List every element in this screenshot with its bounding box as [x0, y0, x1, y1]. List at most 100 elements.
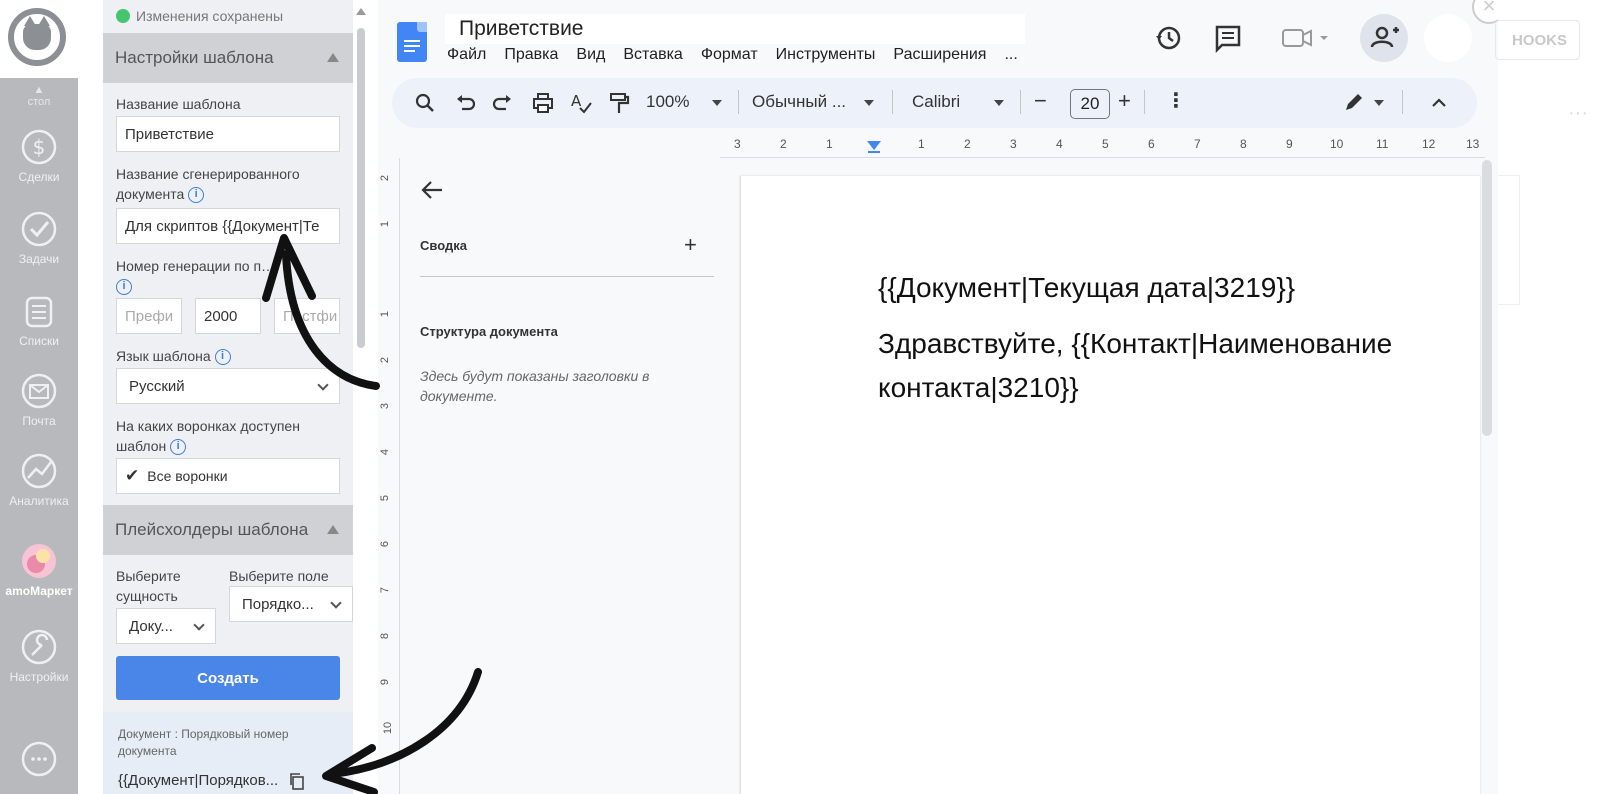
decrease-font-icon[interactable]: − — [1034, 88, 1047, 114]
nav-lists[interactable]: Списки — [0, 292, 78, 348]
search-icon[interactable] — [410, 88, 440, 118]
info-icon[interactable]: i — [188, 187, 205, 204]
generated-name-label: Название сгенерированного документа i — [116, 166, 300, 204]
chevron-up-icon[interactable] — [1426, 90, 1452, 116]
paint-format-icon[interactable] — [604, 88, 634, 118]
toolbar-divider — [1144, 90, 1145, 114]
info-icon[interactable]: i — [170, 439, 187, 456]
field-select[interactable]: Порядко... — [229, 586, 353, 622]
info-icon[interactable]: i — [116, 279, 132, 296]
share-button[interactable] — [1360, 14, 1408, 62]
docs-logo-icon[interactable] — [397, 22, 427, 62]
tasks-icon — [20, 210, 58, 248]
nav-market[interactable]: amoМаркет — [0, 542, 78, 598]
background-more-icon: ··· — [1568, 102, 1588, 124]
document-scrollbar[interactable] — [1482, 160, 1492, 436]
vertical-ruler: 2 1 1 2 3 4 5 6 7 8 9 10 — [378, 158, 400, 794]
menu-file[interactable]: Файл — [447, 46, 486, 64]
toolbar-divider — [1402, 90, 1403, 114]
style-select[interactable]: Обычный ... — [752, 92, 846, 112]
document-page[interactable] — [740, 176, 1480, 794]
comments-icon[interactable] — [1212, 22, 1244, 54]
checkmark-icon: ✔ — [125, 466, 140, 485]
menu-format[interactable]: Формат — [701, 46, 758, 64]
zoom-caret-icon — [712, 100, 722, 106]
amo-sidebar: ▲ стол $ Сделки Задачи Списки Почта Анали… — [0, 0, 78, 794]
more-options-icon[interactable]: ⋮ — [1166, 88, 1186, 113]
gen-number-label: Номер генерации по п… i — [116, 256, 342, 296]
background-card — [1498, 175, 1520, 305]
language-select[interactable]: Русский — [116, 368, 340, 404]
chevron-down-icon — [317, 379, 329, 391]
copy-icon[interactable] — [288, 772, 306, 790]
entity-select[interactable]: Доку... — [116, 608, 216, 644]
generated-name-input[interactable]: Для скриптов {{Документ|Те — [116, 208, 340, 244]
settings-section-header[interactable]: Настройки шаблона — [103, 33, 353, 83]
toolbar-divider — [892, 90, 893, 114]
menu-view[interactable]: Вид — [576, 46, 605, 64]
nav-scroll-up[interactable]: ▲ стол — [0, 84, 78, 108]
print-icon[interactable] — [528, 88, 558, 118]
toolbar-divider — [738, 90, 739, 114]
nav-tasks[interactable]: Задачи — [0, 210, 78, 266]
template-name-input[interactable]: Приветствие — [116, 116, 340, 152]
undo-icon[interactable] — [450, 88, 480, 118]
indent-marker-icon[interactable] — [866, 140, 882, 154]
amo-logo[interactable] — [0, 0, 78, 78]
video-call-icon[interactable] — [1280, 22, 1332, 54]
funnels-label: На каких воронках доступен шаблон i — [116, 418, 300, 456]
editing-caret-icon — [1374, 100, 1384, 106]
menu-tools[interactable]: Инструменты — [776, 46, 876, 64]
postfix-input[interactable]: Постфи — [274, 298, 340, 334]
font-select[interactable]: Calibri — [912, 92, 960, 112]
mail-icon — [20, 372, 58, 410]
increase-font-icon[interactable]: + — [1118, 88, 1131, 114]
placeholder-code: {{Документ|Порядков... — [118, 772, 306, 790]
nav-mail[interactable]: Почта — [0, 372, 78, 428]
prefix-input[interactable]: Префи — [116, 298, 182, 334]
menu-extensions[interactable]: Расширения — [893, 46, 986, 64]
placeholders-section-header[interactable]: Плейсхолдеры шаблона — [103, 505, 353, 555]
zoom-select[interactable]: 100% — [646, 92, 689, 112]
placeholder-description: Документ : Порядковый номер документа — [118, 727, 289, 758]
nav-analytics[interactable]: Аналитика — [0, 452, 78, 508]
gen-number-input[interactable]: 2000 — [195, 298, 261, 334]
add-summary-icon[interactable]: + — [684, 232, 697, 258]
structure-label: Структура документа — [420, 324, 558, 339]
entity-label: Выберите сущность — [116, 568, 181, 604]
document-title[interactable]: Приветствие — [445, 14, 1025, 44]
create-button[interactable]: Создать — [116, 656, 340, 700]
avatar[interactable] — [1424, 14, 1472, 62]
hooks-button[interactable]: HOOKS — [1495, 20, 1580, 60]
funnels-select[interactable]: ✔ Все воронки — [116, 458, 340, 494]
svg-text:A: A — [571, 92, 582, 110]
back-arrow-icon[interactable] — [418, 178, 446, 202]
panel-scrollbar[interactable] — [357, 28, 365, 348]
add-person-icon — [1370, 26, 1399, 48]
menu-insert[interactable]: Вставка — [623, 46, 682, 64]
doc-line-date[interactable]: {{Документ|Текущая дата|3219}} — [878, 272, 1295, 304]
settings-icon — [20, 628, 58, 666]
document-outline — [400, 158, 718, 794]
menu-more[interactable]: ... — [1004, 46, 1017, 64]
doc-line-greeting[interactable]: Здравствуйте, {{Контакт|Наименование — [878, 328, 1392, 360]
menu-edit[interactable]: Правка — [504, 46, 558, 64]
font-caret-icon — [994, 100, 1004, 106]
font-size-input[interactable]: 20 — [1070, 89, 1110, 119]
nav-settings[interactable]: Настройки — [0, 628, 78, 684]
analytics-icon — [20, 452, 58, 490]
nav-chat[interactable] — [0, 740, 78, 782]
svg-text:$: $ — [33, 135, 46, 159]
outline-divider — [420, 276, 714, 277]
doc-line-contact[interactable]: контакта|3210}} — [878, 372, 1079, 404]
nav-deals[interactable]: $ Сделки — [0, 128, 78, 184]
spellcheck-icon[interactable]: A — [566, 88, 596, 118]
style-caret-icon — [864, 100, 874, 106]
info-icon[interactable]: i — [214, 349, 231, 366]
history-icon[interactable] — [1152, 22, 1184, 54]
panel-scroll-up-icon[interactable] — [356, 8, 366, 15]
editing-mode-icon[interactable] — [1340, 88, 1372, 118]
redo-icon[interactable] — [488, 88, 518, 118]
horizontal-ruler: 3 2 1 1 2 3 4 5 6 7 8 9 10 11 12 13 — [720, 136, 1485, 158]
deals-icon: $ — [20, 128, 58, 166]
